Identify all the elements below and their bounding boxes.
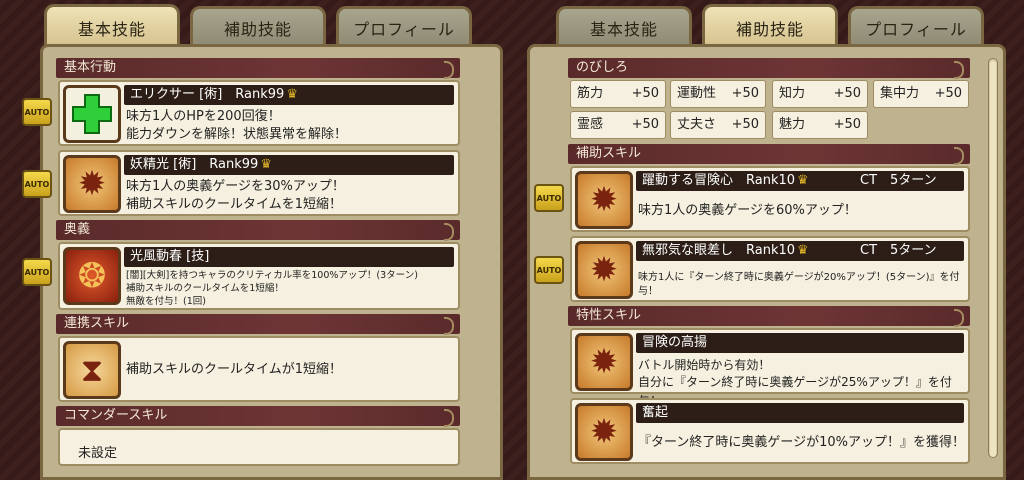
ougi-title: 光風動春 [技]: [124, 247, 454, 267]
tab-support-skills[interactable]: 補助技能: [190, 6, 326, 46]
auto-button[interactable]: AUTO: [22, 170, 52, 198]
ct-label: CT 5ターン: [860, 173, 937, 188]
crown-icon: ♛: [260, 157, 272, 172]
scrollbar-thumb[interactable]: [990, 61, 996, 457]
tab-basic-skills-right[interactable]: 基本技能: [556, 6, 692, 46]
crown-icon: ♛: [797, 173, 809, 188]
support-skill-title: 躍動する冒険心 Rank10 ♛ CT 5ターン: [636, 171, 964, 191]
auto-button[interactable]: AUTO: [22, 98, 52, 126]
trait-title: 奮起: [636, 403, 964, 423]
ougi-desc-2: 補助スキルのクールタイムを1短縮！: [126, 283, 284, 294]
support-skill-title: 無邪気な眼差し Rank10 ♛ CT 5ターン: [636, 241, 964, 261]
stat-spirit: 霊感 +50: [570, 111, 666, 139]
ct-label: CT 5ターン: [860, 243, 937, 258]
crown-icon: ♛: [797, 243, 809, 258]
auto-button[interactable]: AUTO: [22, 258, 52, 286]
section-basic-action: 基本行動: [56, 58, 460, 79]
ougi-card[interactable]: ❂ 光風動春 [技] [闇][大剣]を持つキャラのクリティカル率を100%アップ…: [58, 242, 460, 310]
commander-value: 未設定: [78, 446, 118, 461]
crown-icon: ♛: [286, 87, 298, 102]
sun-emblem-icon: ✹: [575, 333, 633, 391]
stat-intelligence: 知力 +50: [772, 80, 868, 108]
skill-title: 妖精光 [術] Rank99 ♛: [124, 155, 454, 175]
skill-card-fairy-light[interactable]: ✹ 妖精光 [術] Rank99 ♛ 味方1人の奥義ゲージを30%アップ！ 補助ス…: [58, 150, 460, 216]
ougi-desc-1: [闇][大剣]を持つキャラのクリティカル率を100%アップ！(3ターン): [126, 270, 418, 281]
section-renkei: 連携スキル: [56, 314, 460, 335]
auto-button[interactable]: AUTO: [534, 256, 564, 284]
skill-desc-1: 味方1人の奥義ゲージを30%アップ！: [126, 179, 345, 194]
ougi-desc-3: 無敵を付与！(1回): [126, 296, 206, 307]
sun-emblem-icon: ✹: [575, 171, 633, 229]
skill-title: エリクサー [術] Rank99 ♛: [124, 85, 454, 105]
support-skill-desc: 味方1人に『ターン終了時に奥義ゲージが20%アップ！(5ターン)』を付与！: [638, 272, 960, 297]
hourglass-icon: ⧗: [63, 341, 121, 399]
trait-desc-1: 『ターン終了時に奥義ゲージが10%アップ！』を獲得！: [638, 435, 965, 450]
support-skill-card[interactable]: ✹ 無邪気な眼差し Rank10 ♛ CT 5ターン 味方1人に『ターン終了時に奥義…: [570, 236, 970, 302]
renkei-desc: 補助スキルのクールタイムが1短縮！: [126, 362, 343, 377]
section-growth: のびしろ: [568, 58, 970, 79]
commander-card[interactable]: 未設定: [58, 428, 460, 466]
stat-toughness: 丈夫さ +50: [670, 111, 766, 139]
trait-title: 冒険の高揚: [636, 333, 964, 353]
skill-desc-2: 能力ダウンを解除！状態異常を解除！: [126, 127, 348, 142]
stat-charm: 魅力 +50: [772, 111, 868, 139]
tab-basic-skills[interactable]: 基本技能: [44, 4, 180, 48]
stat-strength: 筋力 +50: [570, 80, 666, 108]
sun-emblem-icon: ✹: [575, 241, 633, 299]
section-commander: コマンダースキル: [56, 406, 460, 427]
skill-card-elixir[interactable]: エリクサー [術] Rank99 ♛ 味方1人のHPを200回復！ 能力ダウンを解…: [58, 80, 460, 146]
section-support-skills: 補助スキル: [568, 144, 970, 165]
tab-profile[interactable]: プロフィール: [336, 6, 472, 46]
support-skill-desc: 味方1人の奥義ゲージを60%アップ！: [638, 203, 857, 218]
skill-desc-2: 補助スキルのクールタイムを1短縮！: [126, 197, 343, 212]
skill-desc-1: 味方1人のHPを200回復！: [126, 109, 281, 124]
sun-emblem-icon: ✹: [575, 403, 633, 461]
trait-card[interactable]: ✹ 冒険の高揚 バトル開始時から有効！ 自分に『ターン終了時に奥義ゲージが25%…: [570, 328, 970, 408]
section-traits: 特性スキル: [568, 306, 970, 327]
support-skill-card[interactable]: ✹ 躍動する冒険心 Rank10 ♛ CT 5ターン 味方1人の奥義ゲージを60%ア…: [570, 166, 970, 232]
section-ougi: 奥義: [56, 220, 460, 241]
green-cross-icon: [63, 85, 121, 143]
tab-support-skills-right[interactable]: 補助技能: [702, 4, 838, 48]
stat-agility: 運動性 +50: [670, 80, 766, 108]
scrollbar[interactable]: [988, 58, 998, 458]
sun-emblem-icon: ✹: [63, 155, 121, 213]
trait-card[interactable]: ✹ 奮起 『ターン終了時に奥義ゲージが10%アップ！』を獲得！: [570, 398, 970, 464]
swirl-emblem-icon: ❂: [63, 247, 121, 305]
auto-button[interactable]: AUTO: [534, 184, 564, 212]
renkei-card[interactable]: ⧗ 補助スキルのクールタイムが1短縮！: [58, 336, 460, 402]
tab-profile-right[interactable]: プロフィール: [848, 6, 984, 46]
stat-focus: 集中力 +50: [873, 80, 969, 108]
